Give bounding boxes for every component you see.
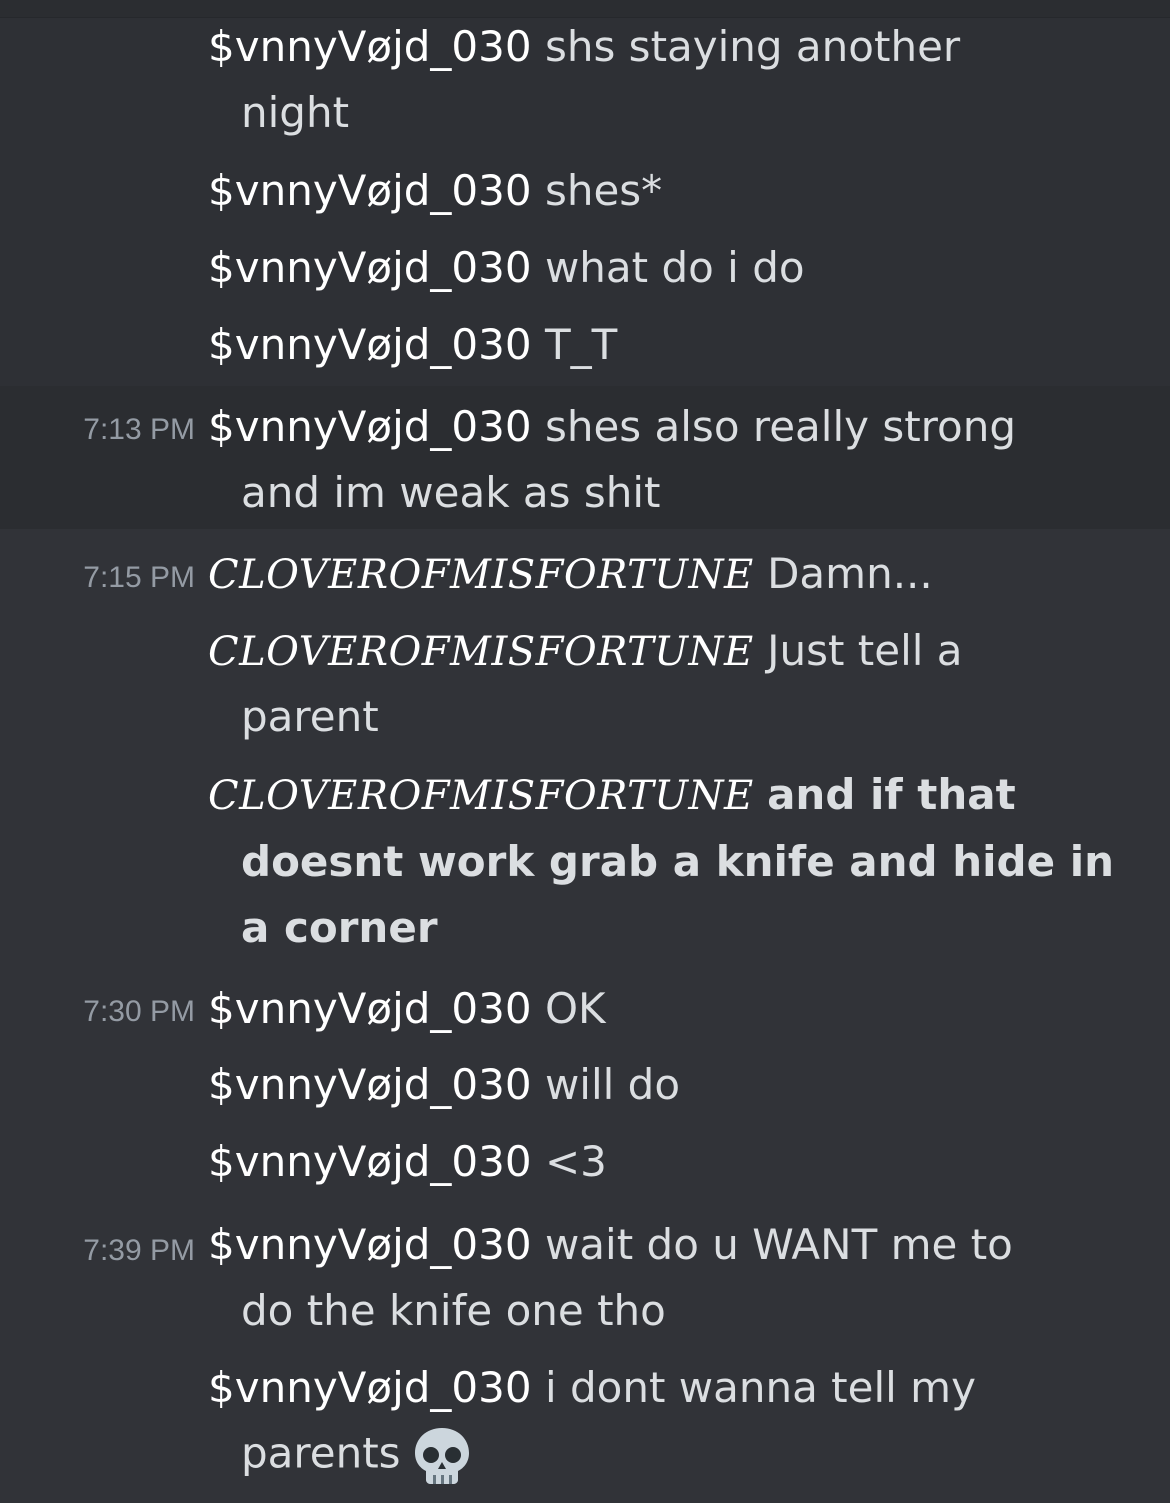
timestamp: 7:30 PM: [83, 995, 195, 1028]
message[interactable]: $vnnyVøjd_030 wait do u WANT me to: [208, 1220, 1013, 1269]
message-text: wait do u WANT me to: [544, 1220, 1013, 1269]
username[interactable]: CLOVEROFMISFORTUNE: [208, 773, 754, 819]
message[interactable]: CLOVEROFMISFORTUNE Damn...: [208, 549, 933, 598]
username[interactable]: $vnnyVøjd_030: [208, 22, 532, 71]
message-text: what do i do: [544, 243, 805, 292]
message-row[interactable]: CLOVEROFMISFORTUNE Just tell a parent: [0, 609, 1170, 757]
username[interactable]: $vnnyVøjd_030: [208, 402, 532, 451]
message[interactable]: $vnnyVøjd_030 shs staying another: [208, 22, 960, 71]
message-row[interactable]: $vnnyVøjd_030 will do: [0, 1050, 1170, 1128]
message[interactable]: CLOVEROFMISFORTUNE and if that: [208, 770, 1016, 819]
message-text: a corner: [241, 903, 438, 952]
message[interactable]: $vnnyVøjd_030 shes also really strong: [208, 402, 1016, 451]
message-text: <3: [544, 1137, 607, 1186]
message-row[interactable]: 7:39 PM $vnnyVøjd_030 wait do u WANT me …: [0, 1208, 1170, 1351]
message-text: doesnt work grab a knife and hide in: [241, 837, 1114, 886]
username[interactable]: CLOVEROFMISFORTUNE: [208, 552, 754, 598]
message-text: shs staying another: [544, 22, 961, 71]
username[interactable]: $vnnyVøjd_030: [208, 1363, 532, 1412]
message-text: shes*: [544, 166, 663, 215]
message-text: Damn...: [767, 549, 933, 598]
message-text: T_T: [544, 320, 618, 369]
username[interactable]: CLOVEROFMISFORTUNE: [208, 629, 754, 675]
message-text: night: [241, 88, 350, 137]
username[interactable]: $vnnyVøjd_030: [208, 1060, 532, 1109]
message-row[interactable]: 7:13 PM $vnnyVøjd_030 shes also really s…: [0, 386, 1170, 529]
message-row[interactable]: $vnnyVøjd_030 <3: [0, 1128, 1170, 1208]
message-text: i dont wanna tell my: [544, 1363, 976, 1412]
message-line: parents: [241, 1425, 473, 1487]
message[interactable]: $vnnyVøjd_030 T_T: [208, 320, 617, 369]
chat-message-list[interactable]: $vnnyVøjd_030 shs staying another night …: [0, 0, 1170, 1503]
username[interactable]: $vnnyVøjd_030: [208, 320, 532, 369]
message[interactable]: CLOVEROFMISFORTUNE Just tell a: [208, 626, 963, 675]
message-text: and im weak as shit: [241, 468, 661, 517]
username[interactable]: $vnnyVøjd_030: [208, 984, 532, 1033]
message-text: Just tell a: [767, 626, 963, 675]
message[interactable]: $vnnyVøjd_030 what do i do: [208, 243, 805, 292]
message-text: do the knife one tho: [241, 1286, 666, 1335]
message[interactable]: $vnnyVøjd_030 i dont wanna tell my: [208, 1363, 976, 1412]
message-text: parents: [241, 1428, 401, 1478]
timestamp: 7:13 PM: [83, 413, 195, 446]
username[interactable]: $vnnyVøjd_030: [208, 243, 532, 292]
message-text: will do: [544, 1060, 681, 1109]
message-text: shes also really strong: [544, 402, 1016, 451]
message-row[interactable]: CLOVEROFMISFORTUNE and if that doesnt wo…: [0, 757, 1170, 972]
message[interactable]: $vnnyVøjd_030 shes*: [208, 166, 662, 215]
message-text: parent: [241, 692, 379, 741]
message[interactable]: $vnnyVøjd_030 <3: [208, 1137, 607, 1186]
username[interactable]: $vnnyVøjd_030: [208, 1220, 532, 1269]
timestamp: 7:39 PM: [83, 1234, 195, 1267]
timestamp: 7:15 PM: [83, 561, 195, 594]
username[interactable]: $vnnyVøjd_030: [208, 166, 532, 215]
message[interactable]: $vnnyVøjd_030 will do: [208, 1060, 680, 1109]
message-row[interactable]: 7:15 PM CLOVEROFMISFORTUNE Damn...: [0, 529, 1170, 609]
username[interactable]: $vnnyVøjd_030: [208, 1137, 532, 1186]
message-row[interactable]: 7:30 PM $vnnyVøjd_030 OK: [0, 972, 1170, 1050]
message-row[interactable]: $vnnyVøjd_030 i dont wanna tell my paren…: [0, 1351, 1170, 1503]
message-group-highlighted: $vnnyVøjd_030 shs staying another night …: [0, 18, 1170, 386]
top-bar: [0, 0, 1170, 18]
message[interactable]: $vnnyVøjd_030 OK: [208, 984, 606, 1033]
message-text: and if that: [767, 770, 1016, 819]
message-text: OK: [544, 984, 606, 1033]
skull-icon: [411, 1425, 473, 1487]
